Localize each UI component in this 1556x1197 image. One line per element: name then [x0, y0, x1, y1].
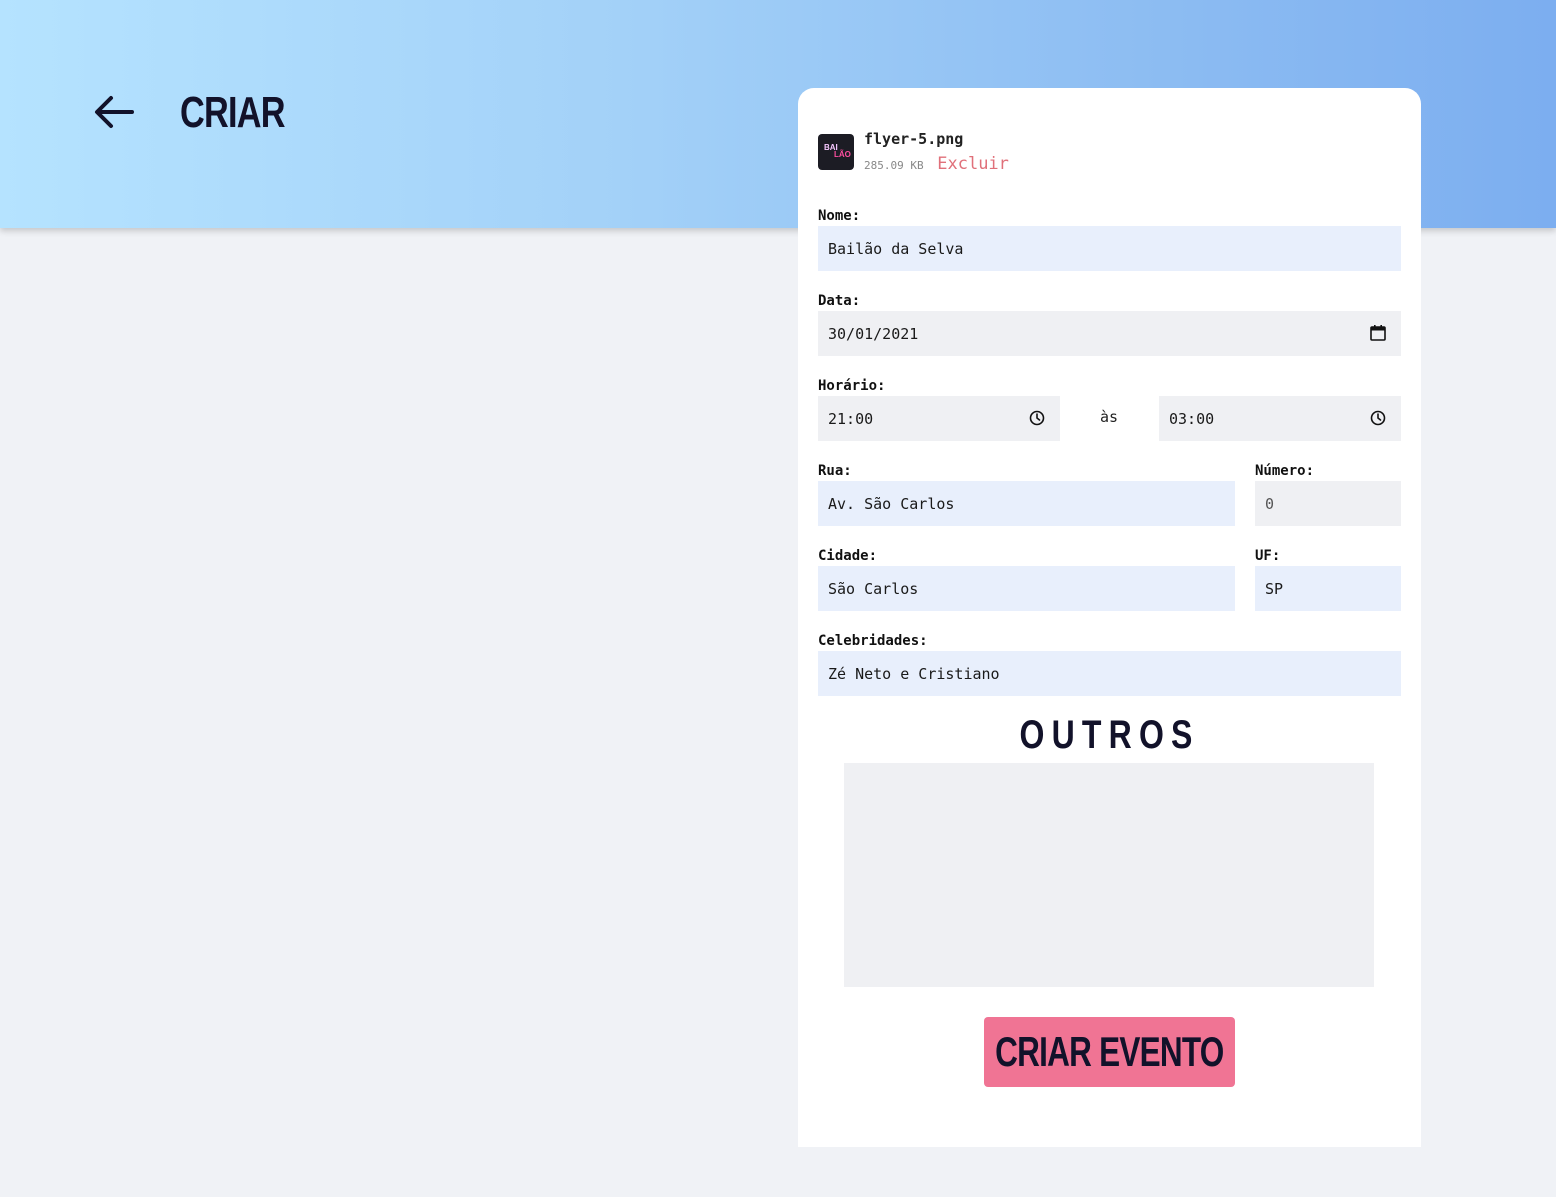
create-event-button[interactable]: CRIAR EVENTO [984, 1017, 1235, 1087]
rua-input[interactable]: Av. São Carlos [818, 481, 1235, 526]
horario-end-input[interactable]: 03:00 [1159, 396, 1401, 441]
celebridades-label: Celebridades: [818, 633, 928, 649]
numero-input[interactable]: 0 [1255, 481, 1401, 526]
event-form-card: BAI LÃO flyer-5.png 285.09 KB Excluir No… [798, 88, 1421, 1147]
file-size: 285.09 KB [864, 159, 924, 172]
back-button[interactable] [90, 92, 136, 132]
file-meta: 285.09 KB Excluir [864, 154, 1009, 174]
nome-value: Bailão da Selva [828, 239, 964, 258]
uf-input[interactable]: SP [1255, 566, 1401, 611]
nome-label: Nome: [818, 208, 861, 224]
horario-separator: às [1100, 408, 1119, 426]
rua-value: Av. São Carlos [828, 494, 955, 513]
file-thumbnail: BAI LÃO [818, 134, 854, 170]
outros-textarea[interactable] [844, 763, 1374, 987]
data-label: Data: [818, 293, 861, 309]
uf-label: UF: [1255, 548, 1281, 564]
horario-end-value: 03:00 [1169, 409, 1215, 428]
horario-start-input[interactable]: 21:00 [818, 396, 1060, 441]
outros-heading: OUTROS [798, 710, 1421, 760]
nome-input[interactable]: Bailão da Selva [818, 226, 1401, 271]
thumbnail-text-bottom: LÃO [834, 150, 851, 159]
arrow-left-icon [95, 96, 134, 128]
numero-label: Número: [1255, 463, 1315, 479]
page-title: CRIAR [180, 88, 286, 137]
create-event-label: CRIAR EVENTO [995, 1028, 1224, 1075]
uf-value: SP [1265, 579, 1284, 598]
cidade-input[interactable]: São Carlos [818, 566, 1235, 611]
celebridades-input[interactable]: Zé Neto e Cristiano [818, 651, 1401, 696]
data-value: 30/01/2021 [828, 324, 919, 343]
horario-start-value: 21:00 [828, 409, 874, 428]
uploaded-file: BAI LÃO flyer-5.png 285.09 KB Excluir [818, 128, 1218, 178]
celebridades-value: Zé Neto e Cristiano [828, 664, 1000, 683]
numero-value: 0 [1265, 494, 1275, 513]
cidade-value: São Carlos [828, 579, 919, 598]
cidade-label: Cidade: [818, 548, 878, 564]
data-input[interactable]: 30/01/2021 [818, 311, 1401, 356]
clock-icon[interactable] [1369, 409, 1387, 427]
clock-icon[interactable] [1028, 409, 1046, 427]
delete-file-link[interactable]: Excluir [937, 154, 1009, 174]
calendar-icon[interactable] [1369, 324, 1387, 342]
horario-label: Horário: [818, 378, 886, 394]
file-name: flyer-5.png [864, 130, 964, 148]
outros-heading-text: OUTROS [1019, 713, 1200, 757]
rua-label: Rua: [818, 463, 852, 479]
